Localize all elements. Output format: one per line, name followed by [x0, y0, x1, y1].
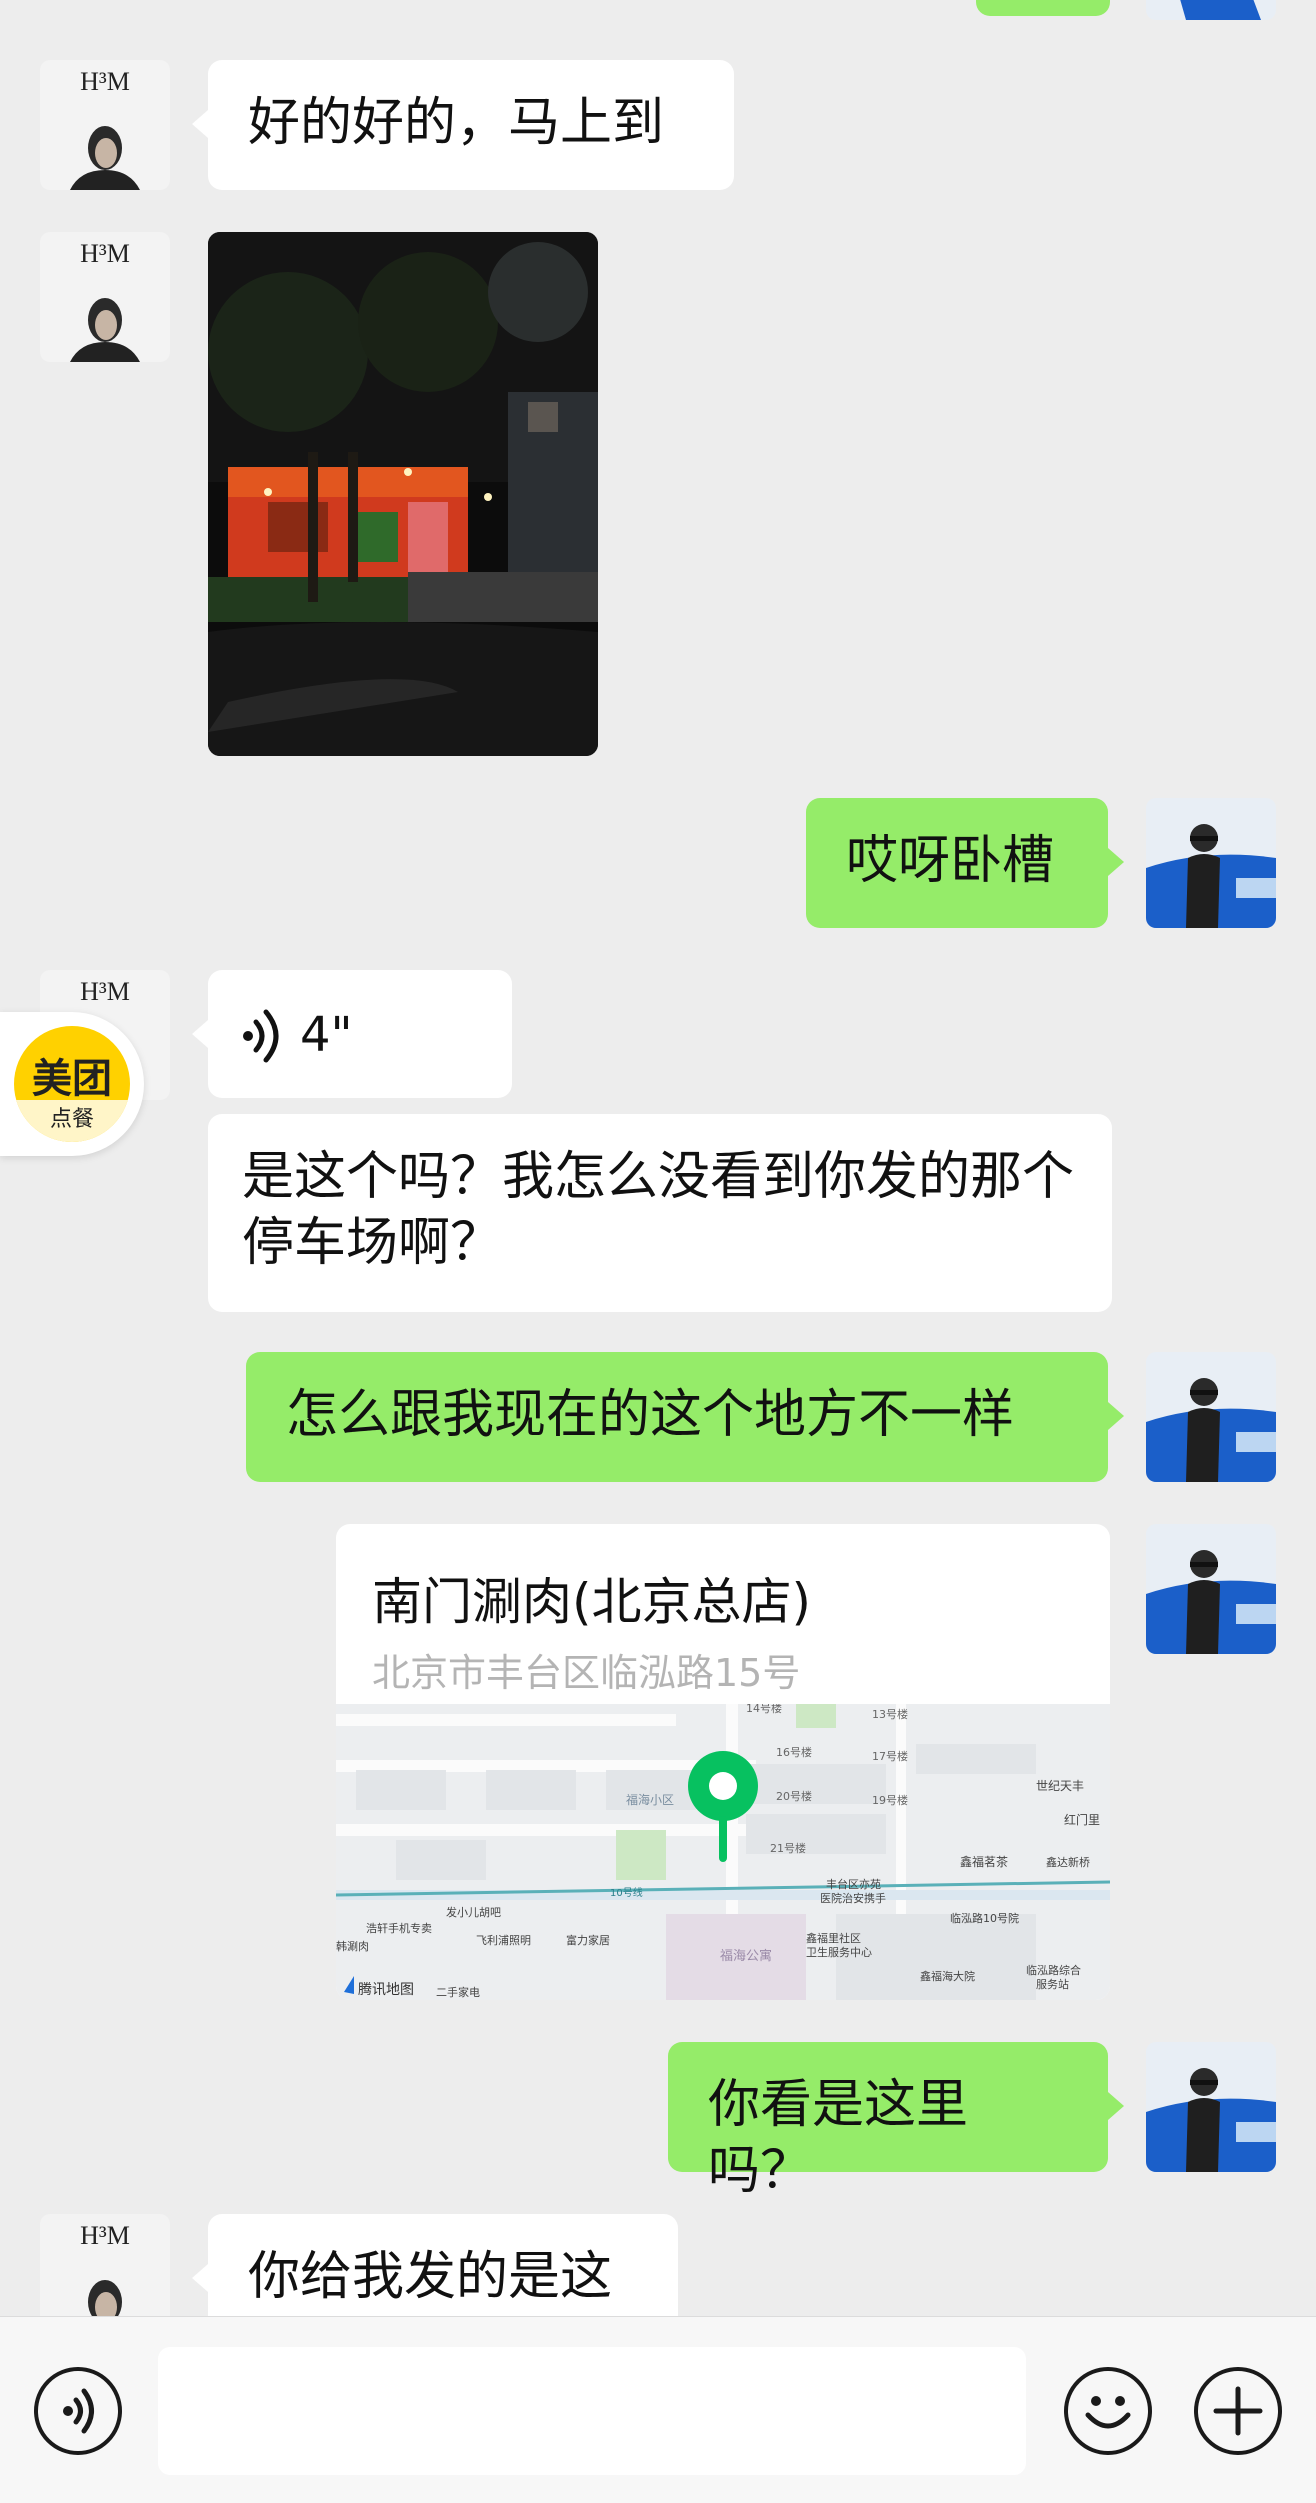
bubble-tail: [1108, 2092, 1124, 2120]
voice-wave-icon: [243, 1009, 279, 1063]
meituan-brand: 美团: [32, 1056, 112, 1102]
voice-input-button[interactable]: [34, 2367, 122, 2455]
map-label: 富力家居: [566, 1933, 610, 1947]
emoji-icon: [1085, 2396, 1131, 2429]
my-avatar[interactable]: [1146, 1524, 1276, 1654]
my-avatar[interactable]: [1146, 0, 1276, 20]
map-label: 19号楼: [872, 1793, 908, 1807]
message-bubble-text[interactable]: 怎么跟我现在的这个地方不一样: [246, 1352, 1108, 1482]
svg-text:H³M: H³M: [80, 2221, 130, 2250]
my-avatar[interactable]: [1146, 1352, 1276, 1482]
map-label: 鑫达新桥: [1046, 1855, 1090, 1869]
map-label: 世纪天丰: [1036, 1779, 1084, 1793]
svg-text:H³M: H³M: [80, 239, 130, 268]
map-label: 20号楼: [776, 1789, 812, 1803]
map-label: 丰台区亦苑: [826, 1877, 881, 1891]
bubble-tail: [192, 110, 208, 138]
message-bubble-partial[interactable]: [976, 0, 1110, 16]
map-label: 10号线: [610, 1886, 643, 1899]
svg-text:H³M: H³M: [80, 67, 130, 96]
map-label: 鑫福海大院: [920, 1969, 975, 1983]
message-bubble-text[interactable]: 是这个吗？我怎么没看到你发的那个停车场啊？: [208, 1114, 1112, 1312]
location-address: 北京市丰台区临泓路15号: [372, 1651, 801, 1695]
map-label: 飞利浦照明: [476, 1934, 531, 1947]
message-bubble-text[interactable]: 你看是这里吗？: [668, 2042, 1108, 2201]
meituan-logo: 美团 点餐: [14, 1026, 130, 1142]
map-label: 服务站: [1036, 1977, 1069, 1991]
bubble-tail: [1108, 848, 1124, 876]
location-map[interactable]: 14号楼 13号楼 16号楼 17号楼 20号楼 19号楼 21号楼 福海小区 …: [336, 1704, 1110, 2000]
my-avatar[interactable]: [1146, 2042, 1276, 2172]
my-avatar[interactable]: [1146, 798, 1276, 928]
message-text: 哎呀卧槽: [846, 831, 1055, 891]
location-name: 南门涮肉(北京总店): [372, 1573, 812, 1631]
map-label: 浩轩手机专卖: [366, 1921, 432, 1935]
map-label: 发小儿胡吧: [446, 1905, 501, 1919]
meituan-sub: 点餐: [14, 1100, 130, 1142]
map-label: 14号楼: [746, 1704, 782, 1715]
contact-avatar[interactable]: H³M: [40, 60, 170, 190]
map-provider: 腾讯地图: [358, 1981, 414, 1998]
bubble-tail: [1108, 1402, 1124, 1430]
input-bar: [0, 2316, 1316, 2503]
meituan-floating-button[interactable]: 美团 点餐: [0, 1012, 144, 1156]
svg-text:H³M: H³M: [80, 977, 130, 1006]
location-card[interactable]: 南门涮肉(北京总店) 北京市丰台区临泓路15号 14号楼 13号楼 16号楼 1…: [336, 1524, 1110, 2000]
more-button[interactable]: [1194, 2367, 1282, 2455]
map-label: 临泓路10号院: [950, 1911, 1019, 1925]
bubble-tail: [192, 1020, 208, 1048]
chat-area[interactable]: H³M 好的好的，马上到 H³M 哎呀卧槽 H³M 4" 美团 点餐 是这个吗？…: [0, 0, 1316, 2316]
image-message[interactable]: [208, 232, 598, 756]
map-label: 福海小区: [626, 1792, 674, 1807]
message-text: 怎么跟我现在的这个地方不一样: [286, 1385, 1015, 1445]
map-label: 临泓路综合: [1026, 1963, 1081, 1977]
message-bubble-text[interactable]: 好的好的，马上到: [208, 60, 734, 190]
map-label: 二手家电: [436, 1985, 480, 1999]
message-text: 你给我发的是这: [248, 2247, 613, 2307]
contact-avatar[interactable]: H³M: [40, 2214, 170, 2316]
message-text: 是这个吗？我怎么没看到你发的那个停车场啊？: [242, 1147, 1075, 1273]
message-text: 你看是这里吗？: [708, 2075, 969, 2201]
map-label: 福海公寓: [720, 1948, 772, 1964]
map-label: 卫生服务中心: [806, 1945, 872, 1959]
map-label: 红门里: [1064, 1812, 1100, 1827]
plus-icon: [1213, 2386, 1263, 2436]
message-input[interactable]: [158, 2347, 1026, 2475]
map-label: 13号楼: [872, 1707, 908, 1721]
voice-message[interactable]: 4": [208, 970, 512, 1098]
contact-avatar[interactable]: H³M: [40, 232, 170, 362]
map-label: 16号楼: [776, 1745, 812, 1759]
bubble-tail: [192, 2264, 208, 2292]
map-label: 医院治安携手: [820, 1891, 886, 1905]
map-label: 17号楼: [872, 1749, 908, 1763]
message-bubble-text[interactable]: 你给我发的是这: [208, 2214, 678, 2316]
voice-icon: [63, 2388, 94, 2434]
map-label: 鑫福里社区: [806, 1931, 861, 1945]
map-label: 21号楼: [770, 1841, 806, 1855]
message-bubble-text[interactable]: 哎呀卧槽: [806, 798, 1108, 928]
message-text: 好的好的，马上到: [248, 93, 665, 153]
voice-duration: 4": [300, 1007, 353, 1063]
emoji-button[interactable]: [1064, 2367, 1152, 2455]
map-label: 韩涮肉: [336, 1939, 369, 1953]
map-label: 鑫福茗茶: [960, 1854, 1008, 1869]
